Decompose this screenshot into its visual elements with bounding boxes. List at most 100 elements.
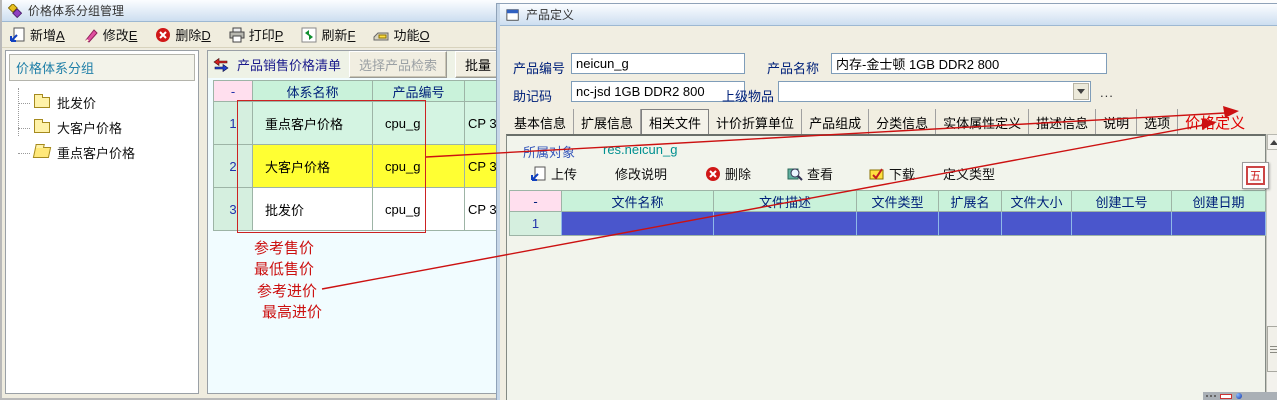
tab-options[interactable]: 选项 [1137, 109, 1178, 136]
product-code-input[interactable] [571, 53, 745, 74]
tree-item-label: 大客户价格 [57, 118, 122, 137]
grid-header-row: - 体系名称 产品编号 [213, 80, 497, 102]
grid-header-name: 体系名称 [253, 80, 373, 102]
select-product-search-button[interactable]: 选择产品检索 [349, 51, 447, 78]
tab-product-composition[interactable]: 产品组成 [802, 109, 869, 136]
price-row-3[interactable]: 3 批发价 cpu_g CP 3 [213, 188, 497, 231]
left-window-title: 价格体系分组管理 [28, 2, 124, 19]
scroll-up-button[interactable] [1267, 134, 1277, 150]
download-button[interactable]: 下载 [869, 164, 915, 183]
product-name-input[interactable] [831, 53, 1107, 74]
price-group-tree-panel: 价格体系分组 批发价 大客户价格 重点客户价格 [5, 50, 199, 394]
screen: 价格体系分组管理 新增A 修改E [0, 0, 1277, 400]
combo-dropdown-button[interactable] [1073, 83, 1089, 100]
tab-entity-attributes[interactable]: 实体属性定义 [936, 109, 1029, 136]
tree-item-bigcustomer[interactable]: 大客户价格 [6, 115, 198, 140]
define-type-button[interactable]: 定义类型 [943, 164, 995, 183]
batch-button[interactable]: 批量 [455, 51, 497, 78]
list-title: 产品销售价格清单 [237, 55, 341, 74]
add-label: 新增 [30, 28, 56, 43]
row-number: 2 [213, 145, 253, 188]
download-icon [869, 166, 885, 182]
function-label: 功能 [393, 28, 419, 43]
files-header-extension: 扩展名 [939, 190, 1002, 212]
new-icon [10, 27, 26, 43]
refresh-icon [301, 27, 317, 43]
edit-button[interactable]: 修改E [83, 25, 138, 44]
tab-related-files[interactable]: 相关文件 [641, 109, 709, 136]
owner-value: res.neicun_g [603, 142, 677, 157]
tab-pricing-unit[interactable]: 计价折算单位 [709, 109, 802, 136]
scrollbar-thumb[interactable] [1267, 326, 1277, 372]
folder-closed-icon [34, 122, 50, 133]
print-button[interactable]: 打印P [229, 25, 284, 44]
delete-icon [705, 166, 721, 182]
upload-label: 上传 [551, 164, 577, 183]
upload-button[interactable]: 上传 [531, 164, 577, 183]
view-label: 查看 [807, 164, 833, 183]
window-icon [506, 8, 520, 22]
filename-cell [562, 212, 714, 236]
refresh-hotkey: F [347, 28, 355, 43]
tree-panel-header: 价格体系分组 [9, 54, 195, 81]
tab-notes[interactable]: 说明 [1096, 109, 1137, 136]
filetype-cell [857, 212, 939, 236]
tab-price-definition[interactable]: 价格定义 [1178, 108, 1252, 137]
tab-extended-info[interactable]: 扩展信息 [574, 109, 641, 136]
corner-tool-strip [1203, 392, 1277, 400]
filesize-cell [1002, 212, 1072, 236]
upload-icon [531, 166, 547, 182]
parent-more-button[interactable]: ... [1100, 85, 1114, 100]
tab-description[interactable]: 描述信息 [1029, 109, 1096, 136]
tab-bar: 基本信息 扩展信息 相关文件 计价折算单位 产品组成 分类信息 实体属性定义 描… [507, 110, 1252, 135]
left-window-titlebar: 价格体系分组管理 [2, 0, 500, 22]
function-icon [373, 27, 389, 43]
edit-note-button[interactable]: 修改说明 [615, 164, 667, 183]
delete-label: 删除 [175, 28, 201, 43]
tree-body: 批发价 大客户价格 重点客户价格 [6, 84, 198, 165]
red-frame-icon [1220, 394, 1232, 399]
files-row-1-selected[interactable]: 1 [509, 212, 1266, 236]
price-group-app-icon [8, 4, 22, 18]
extra-cell: CP 3 [465, 102, 497, 145]
extension-cell [939, 212, 1002, 236]
files-header-creator: 创建工号 [1072, 190, 1172, 212]
system-name-cell: 批发价 [253, 188, 373, 231]
delete-icon [155, 27, 171, 43]
mnemonic-input[interactable] [571, 81, 745, 102]
edit-note-label: 修改说明 [615, 164, 667, 183]
product-code-label: 产品编号 [513, 58, 565, 77]
owner-row: 所属对象 res.neicun_g [507, 142, 1265, 160]
print-hotkey: P [275, 28, 284, 43]
file-delete-button[interactable]: 删除 [705, 164, 751, 183]
creator-cell [1072, 212, 1172, 236]
function-hotkey: O [419, 28, 429, 43]
delete-button[interactable]: 删除D [155, 25, 210, 44]
function-button[interactable]: 功能O [373, 25, 429, 44]
ime-indicator[interactable]: 五 [1242, 162, 1269, 189]
view-button[interactable]: 查看 [787, 164, 833, 183]
price-row-1[interactable]: 1 重点客户价格 cpu_g CP 3 [213, 102, 497, 145]
files-grid-header: - 文件名称 文件描述 文件类型 扩展名 文件大小 创建工号 创建日期 [509, 190, 1266, 212]
ellipsis-icon [1206, 395, 1216, 397]
add-button[interactable]: 新增A [10, 25, 65, 44]
ime-badge-glyph: 五 [1246, 166, 1265, 185]
tab-classification[interactable]: 分类信息 [869, 109, 936, 136]
grid-header-extra [465, 80, 497, 102]
refresh-button[interactable]: 刷新F [301, 25, 355, 44]
description-cell [714, 212, 857, 236]
tree-item-wholesale[interactable]: 批发价 [6, 90, 198, 115]
files-header-filetype: 文件类型 [857, 190, 939, 212]
edit-icon [83, 27, 99, 43]
parent-item-combobox[interactable] [778, 81, 1091, 102]
delete-hotkey: D [201, 28, 210, 43]
chevron-up-icon [1270, 140, 1277, 145]
tree-item-keycustomer[interactable]: 重点客户价格 [6, 140, 198, 165]
created-date-cell [1172, 212, 1266, 236]
tree-item-label: 批发价 [57, 93, 96, 112]
folder-closed-icon [34, 97, 50, 108]
extra-cell: CP 3 [465, 145, 497, 188]
price-row-2[interactable]: 2 大客户价格 cpu_g CP 3 [213, 145, 497, 188]
tab-basic-info[interactable]: 基本信息 [507, 109, 574, 136]
files-header-filesize: 文件大小 [1002, 190, 1072, 212]
